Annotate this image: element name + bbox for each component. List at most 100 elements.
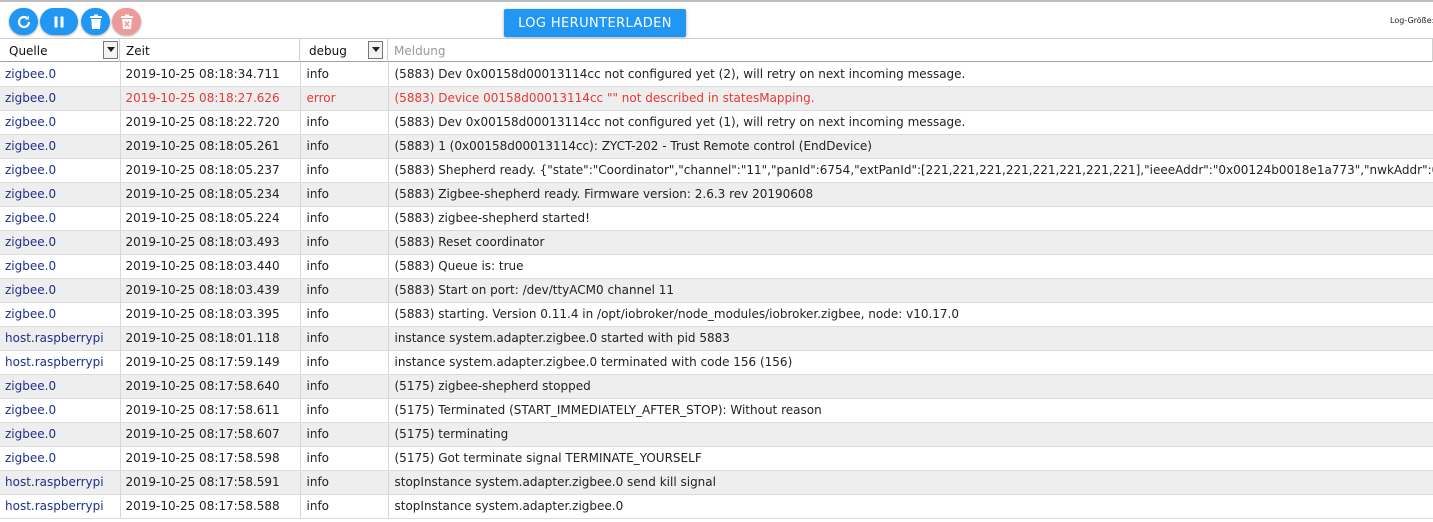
toolbar: LOG HERUNTERLADEN Log-Größe:	[0, 0, 1433, 38]
log-time: 2019-10-25 08:17:58.611	[120, 398, 301, 423]
log-time: 2019-10-25 08:18:05.234	[120, 182, 301, 207]
log-message: stopInstance system.adapter.zigbee.0 sen…	[388, 470, 1433, 495]
pause-icon	[54, 16, 64, 27]
trash-x-icon	[120, 14, 133, 29]
log-severity: info	[300, 254, 389, 279]
source-filter-dropdown[interactable]	[103, 41, 118, 59]
log-severity: info	[300, 374, 389, 399]
log-table-header: Quelle Zeit debug	[0, 38, 1433, 62]
table-row: zigbee.0 2019-10-25 08:18:05.237 info (5883…	[0, 158, 1433, 183]
log-message: (5175) zigbee-shepherd stopped	[388, 374, 1433, 399]
table-row: zigbee.0 2019-10-25 08:18:03.493 info (5883…	[0, 230, 1433, 255]
table-row: zigbee.0 2019-10-25 08:18:05.224 info (5883…	[0, 206, 1433, 231]
table-row: zigbee.0 2019-10-25 08:17:58.598 info (5175…	[0, 446, 1433, 471]
chevron-down-icon	[371, 47, 380, 52]
log-severity: info	[300, 470, 389, 495]
log-time: 2019-10-25 08:18:27.626	[120, 86, 301, 111]
log-message: (5883) Reset coordinator	[388, 230, 1433, 255]
log-severity: info	[300, 494, 389, 519]
log-source: zigbee.0	[0, 278, 121, 303]
log-source: host.raspberrypi	[0, 470, 121, 495]
log-message: (5883) Dev 0x00158d00013114cc not config…	[388, 110, 1433, 135]
log-severity: info	[300, 230, 389, 255]
log-time: 2019-10-25 08:18:03.440	[120, 254, 301, 279]
log-time: 2019-10-25 08:17:58.598	[120, 446, 301, 471]
log-severity: info	[300, 446, 389, 471]
severity-filter-dropdown[interactable]	[368, 41, 383, 59]
table-row: zigbee.0 2019-10-25 08:18:03.440 info (5883…	[0, 254, 1433, 279]
log-time: 2019-10-25 08:18:05.261	[120, 134, 301, 159]
log-source: zigbee.0	[0, 422, 121, 447]
log-source: zigbee.0	[0, 374, 121, 399]
refresh-button[interactable]	[9, 8, 38, 35]
pause-button[interactable]	[40, 8, 78, 35]
log-severity: info	[300, 110, 389, 135]
log-time: 2019-10-25 08:18:03.395	[120, 302, 301, 327]
log-source: zigbee.0	[0, 86, 121, 111]
log-severity: info	[300, 134, 389, 159]
log-time: 2019-10-25 08:18:05.224	[120, 206, 301, 231]
log-source: zigbee.0	[0, 446, 121, 471]
log-source: zigbee.0	[0, 110, 121, 135]
log-time: 2019-10-25 08:18:03.493	[120, 230, 301, 255]
clear-log-button[interactable]	[112, 8, 141, 35]
trash-icon	[89, 14, 102, 29]
log-source: zigbee.0	[0, 254, 121, 279]
download-log-button[interactable]: LOG HERUNTERLADEN	[504, 9, 686, 37]
table-row: zigbee.0 2019-10-25 08:18:03.439 info (5883…	[0, 278, 1433, 303]
log-message: (5883) Device 00158d00013114cc "" not de…	[388, 86, 1433, 111]
table-row: zigbee.0 2019-10-25 08:18:27.626 error (588…	[0, 86, 1433, 111]
column-severity[interactable]: debug	[300, 39, 388, 62]
table-row: zigbee.0 2019-10-25 08:18:05.261 info (5883…	[0, 134, 1433, 159]
log-source: zigbee.0	[0, 398, 121, 423]
log-source: zigbee.0	[0, 206, 121, 231]
log-time: 2019-10-25 08:18:05.237	[120, 158, 301, 183]
log-time: 2019-10-25 08:18:03.439	[120, 278, 301, 303]
table-row: host.raspberrypi 2019-10-25 08:17:59.149 i…	[0, 350, 1433, 375]
log-message: (5175) Terminated (START_IMMEDIATELY_AFT…	[388, 398, 1433, 423]
log-severity: info	[300, 62, 389, 87]
log-severity: info	[300, 350, 389, 375]
column-message	[388, 39, 1433, 62]
log-source: zigbee.0	[0, 62, 121, 87]
log-source: zigbee.0	[0, 182, 121, 207]
log-message: (5883) Start on port: /dev/ttyACM0 chann…	[388, 278, 1433, 303]
log-message: (5175) Got terminate signal TERMINATE_YO…	[388, 446, 1433, 471]
log-time: 2019-10-25 08:18:01.118	[120, 326, 301, 351]
log-time: 2019-10-25 08:17:58.640	[120, 374, 301, 399]
log-severity: error	[300, 86, 389, 111]
log-time: 2019-10-25 08:17:58.607	[120, 422, 301, 447]
table-row: zigbee.0 2019-10-25 08:17:58.640 info (5175…	[0, 374, 1433, 399]
log-source: zigbee.0	[0, 158, 121, 183]
log-message: (5883) 1 (0x00158d00013114cc): ZYCT-202 …	[388, 134, 1433, 159]
column-source-label: Quelle	[9, 43, 48, 58]
message-filter-input[interactable]	[392, 42, 1296, 59]
table-row: host.raspberrypi 2019-10-25 08:18:01.118 i…	[0, 326, 1433, 351]
table-row: zigbee.0 2019-10-25 08:18:22.720 info (5883…	[0, 110, 1433, 135]
log-source: zigbee.0	[0, 134, 121, 159]
column-time-label: Zeit	[126, 43, 150, 58]
log-message: (5883) Shepherd ready. {"state":"Coordin…	[388, 158, 1433, 183]
chevron-down-icon	[106, 47, 115, 52]
log-message: (5883) zigbee-shepherd started!	[388, 206, 1433, 231]
log-source: host.raspberrypi	[0, 494, 121, 519]
delete-log-button[interactable]	[81, 8, 110, 35]
table-row: host.raspberrypi 2019-10-25 08:17:58.588 i…	[0, 494, 1433, 519]
log-severity: info	[300, 278, 389, 303]
log-source: host.raspberrypi	[0, 326, 121, 351]
log-severity: info	[300, 422, 389, 447]
log-message: instance system.adapter.zigbee.0 started…	[388, 326, 1433, 351]
log-severity: info	[300, 206, 389, 231]
log-table: zigbee.0 2019-10-25 08:18:34.711 info (5883…	[0, 62, 1433, 519]
log-time: 2019-10-25 08:17:58.591	[120, 470, 301, 495]
log-source: zigbee.0	[0, 230, 121, 255]
column-time: Zeit	[120, 39, 300, 62]
table-row: zigbee.0 2019-10-25 08:18:05.234 info (5883…	[0, 182, 1433, 207]
table-row: zigbee.0 2019-10-25 08:18:03.395 info (5883…	[0, 302, 1433, 327]
column-source[interactable]: Quelle	[0, 39, 120, 62]
log-message: (5883) Queue is: true	[388, 254, 1433, 279]
table-row: zigbee.0 2019-10-25 08:17:58.611 info (5175…	[0, 398, 1433, 423]
log-time: 2019-10-25 08:18:34.711	[120, 62, 301, 87]
log-message: stopInstance system.adapter.zigbee.0	[388, 494, 1433, 519]
log-message: instance system.adapter.zigbee.0 termina…	[388, 350, 1433, 375]
